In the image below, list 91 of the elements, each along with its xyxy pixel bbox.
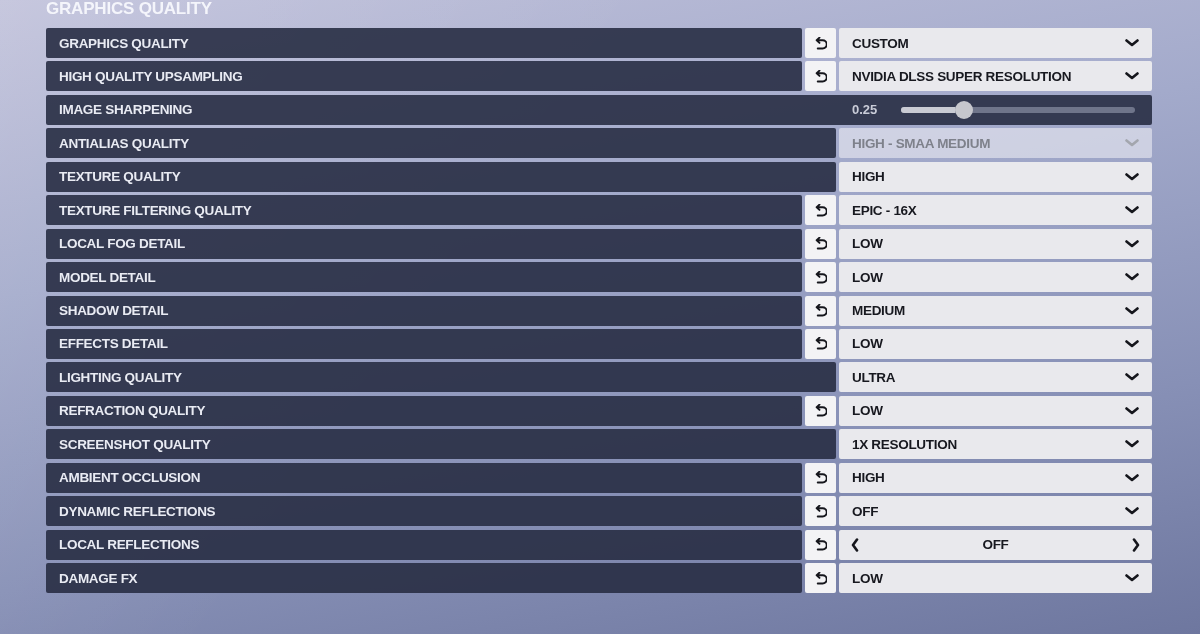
dropdown-value: EPIC - 16X <box>852 202 917 218</box>
dropdown-select[interactable]: NVIDIA DLSS SUPER RESOLUTION <box>839 61 1152 92</box>
dropdown-value: MEDIUM <box>852 303 905 318</box>
reset-button[interactable] <box>805 496 836 527</box>
dropdown-value: HIGH - SMAA MEDIUM <box>852 135 991 151</box>
undo-arrow-icon <box>814 203 827 217</box>
reset-button[interactable] <box>805 529 836 560</box>
setting-label: GRAPHICS QUALITY <box>59 35 189 51</box>
dropdown-select[interactable]: LOW <box>839 228 1152 259</box>
dropdown-select[interactable]: MEDIUM <box>839 295 1152 326</box>
undo-arrow-icon <box>814 36 827 50</box>
dropdown-value: LOW <box>852 269 883 285</box>
undo-arrow-icon <box>814 237 827 251</box>
chevron-left-icon[interactable] <box>851 537 859 552</box>
dropdown-select[interactable]: LOW <box>839 395 1152 426</box>
dropdown-select[interactable]: LOW <box>839 563 1152 593</box>
setting-label: EFFECTS DETAIL <box>59 336 168 352</box>
setting-label: SCREENSHOT QUALITY <box>59 436 211 452</box>
chevron-down-icon <box>1125 574 1139 582</box>
reset-button[interactable] <box>805 195 836 226</box>
setting-label: TEXTURE QUALITY <box>59 169 181 185</box>
dropdown-select[interactable]: HIGH <box>839 462 1152 493</box>
reset-button[interactable] <box>805 328 836 359</box>
chevron-down-icon <box>1125 507 1139 516</box>
reset-button[interactable] <box>805 262 836 293</box>
undo-arrow-icon <box>814 304 827 317</box>
dropdown-value: LOW <box>852 236 883 252</box>
reset-button[interactable] <box>805 28 836 58</box>
setting-label: HIGH QUALITY UPSAMPLING <box>59 68 243 84</box>
dropdown-value: 1X RESOLUTION <box>852 436 957 452</box>
undo-arrow-icon <box>814 337 827 351</box>
setting-label: DYNAMIC REFLECTIONS <box>59 503 216 519</box>
option-stepper[interactable]: OFF <box>839 529 1152 560</box>
undo-arrow-icon <box>814 404 827 418</box>
dropdown-value: HIGH <box>852 470 885 486</box>
dropdown-select[interactable]: 1X RESOLUTION <box>839 429 1152 460</box>
chevron-down-icon <box>1125 139 1139 148</box>
setting-label: LOCAL REFLECTIONS <box>59 537 200 553</box>
setting-label: LOCAL FOG DETAIL <box>59 236 185 252</box>
reset-button[interactable] <box>805 228 836 259</box>
undo-arrow-icon <box>814 270 827 284</box>
undo-arrow-icon <box>814 538 827 552</box>
setting-label: AMBIENT OCCLUSION <box>59 470 201 486</box>
reset-button[interactable] <box>805 295 836 326</box>
slider-thumb[interactable] <box>955 100 974 119</box>
dropdown-select[interactable]: EPIC - 16X <box>839 195 1152 226</box>
slider-value: 0.25 <box>852 102 879 118</box>
chevron-down-icon <box>1125 373 1139 382</box>
setting-label: REFRACTION QUALITY <box>59 403 206 419</box>
dropdown-value: HIGH <box>852 169 885 185</box>
setting-label: SHADOW DETAIL <box>59 303 169 318</box>
undo-arrow-icon <box>814 504 827 518</box>
dropdown-value: LOW <box>852 570 883 586</box>
undo-arrow-icon <box>814 471 827 485</box>
chevron-down-icon <box>1125 206 1139 215</box>
dropdown-value: ULTRA <box>852 369 896 385</box>
chevron-down-icon <box>1125 172 1139 181</box>
reset-button[interactable] <box>805 563 836 593</box>
setting-label: IMAGE SHARPENING <box>59 102 193 118</box>
chevron-down-icon <box>1125 406 1139 415</box>
reset-button[interactable] <box>805 61 836 92</box>
chevron-right-icon[interactable] <box>1132 537 1140 552</box>
setting-label: DAMAGE FX <box>59 570 138 586</box>
setting-label: LIGHTING QUALITY <box>59 369 182 385</box>
dropdown-select[interactable]: LOW <box>839 328 1152 359</box>
reset-button[interactable] <box>805 395 836 426</box>
chevron-down-icon <box>1125 440 1139 449</box>
dropdown-value: CUSTOM <box>852 35 909 51</box>
chevron-down-icon <box>1125 239 1139 248</box>
chevron-down-icon <box>1125 72 1139 81</box>
setting-label: ANTIALIAS QUALITY <box>59 135 189 151</box>
dropdown-value: LOW <box>852 336 883 352</box>
dropdown-select[interactable]: OFF <box>839 496 1152 527</box>
setting-label: TEXTURE FILTERING QUALITY <box>59 202 252 218</box>
chevron-down-icon <box>1125 339 1139 348</box>
chevron-down-icon <box>1125 473 1139 482</box>
setting-label: MODEL DETAIL <box>59 269 156 285</box>
dropdown-select[interactable]: CUSTOM <box>839 28 1152 58</box>
chevron-down-icon <box>1125 273 1139 282</box>
dropdown-value: OFF <box>852 503 879 519</box>
dropdown-value: NVIDIA DLSS SUPER RESOLUTION <box>852 68 1072 84</box>
dropdown-select[interactable]: ULTRA <box>839 362 1152 393</box>
dropdown-select[interactable]: LOW <box>839 262 1152 293</box>
reset-button[interactable] <box>805 462 836 493</box>
chevron-down-icon <box>1125 306 1139 315</box>
dropdown-value: LOW <box>852 403 883 419</box>
stepper-value: OFF <box>982 537 1009 553</box>
dropdown-select[interactable]: HIGH <box>839 161 1152 192</box>
undo-arrow-icon <box>814 571 827 585</box>
undo-arrow-icon <box>814 69 827 83</box>
chevron-down-icon <box>1125 39 1139 47</box>
